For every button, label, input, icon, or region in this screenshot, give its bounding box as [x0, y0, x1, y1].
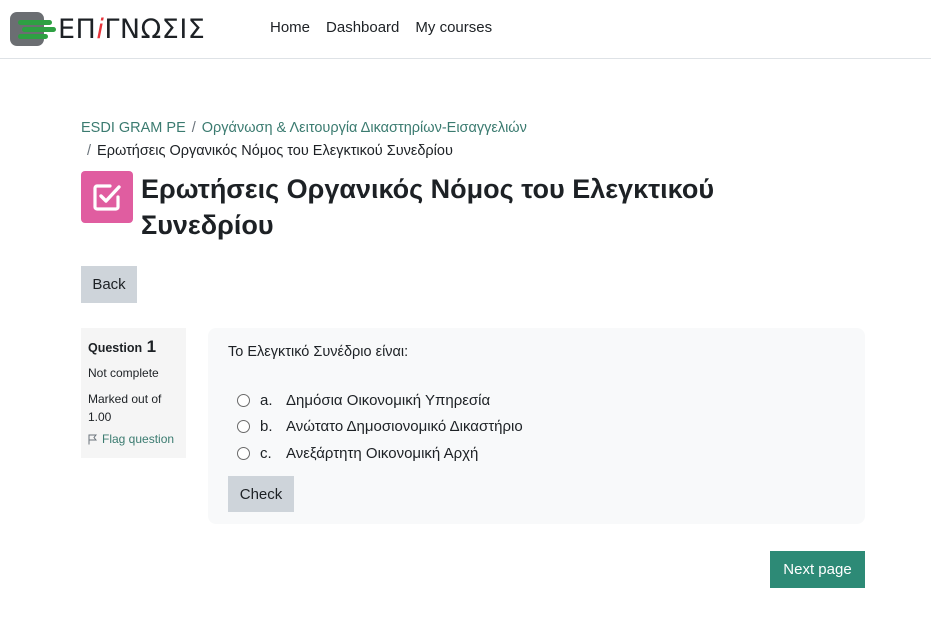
- question-label: Question: [88, 341, 143, 355]
- back-button[interactable]: Back: [81, 266, 137, 303]
- answer-option-b[interactable]: b. Ανώτατο Δημοσιονομικό Δικαστήριο: [228, 414, 845, 441]
- top-navbar: ΕΠiΓΝΩΣΙΣ Home Dashboard My courses: [0, 0, 931, 59]
- breadcrumb-separator: /: [191, 120, 196, 136]
- answer-letter: b.: [260, 418, 273, 436]
- answer-text: Ανεξάρτητη Οικονομική Αρχή: [286, 444, 479, 462]
- answer-letter: a.: [260, 391, 273, 409]
- question-grade: Marked out of 1.00: [88, 392, 162, 424]
- answer-option-a[interactable]: a. Δημόσια Οικονομική Υπηρεσία: [228, 387, 845, 414]
- answer-radio[interactable]: [237, 393, 250, 407]
- nav-my-courses[interactable]: My courses: [415, 19, 492, 36]
- nav-home[interactable]: Home: [270, 19, 310, 36]
- nav-dashboard[interactable]: Dashboard: [326, 19, 399, 36]
- question-text: Το Ελεγκτικό Συνέδριο είναι:: [228, 344, 409, 360]
- question-content: Το Ελεγκτικό Συνέδριο είναι: a. Δημόσια …: [208, 328, 865, 524]
- answer-radio[interactable]: [237, 420, 250, 434]
- flag-question-label: Flag question: [102, 432, 175, 446]
- answer-letter: c.: [260, 444, 272, 462]
- answer-option-c[interactable]: c. Ανεξάρτητη Οικονομική Αρχή: [228, 440, 845, 467]
- flag-question-link[interactable]: Flag question: [88, 432, 179, 446]
- check-button[interactable]: Check: [228, 476, 294, 512]
- answer-text: Δημόσια Οικονομική Υπηρεσία: [286, 391, 491, 409]
- primary-nav: Home Dashboard My courses: [270, 19, 492, 36]
- question-state: Not complete: [88, 366, 159, 380]
- answer-radio[interactable]: [237, 446, 250, 460]
- logo-text: ΕΠiΓΝΩΣΙΣ: [58, 13, 206, 45]
- answer-list: a. Δημόσια Οικονομική Υπηρεσία b. Ανώτατ…: [228, 387, 845, 467]
- answer-text: Ανώτατο Δημοσιονομικό Δικαστήριο: [286, 418, 523, 436]
- flag-icon: [88, 434, 97, 444]
- next-page-button[interactable]: Next page: [770, 551, 865, 588]
- breadcrumb: ESDI GRAM PE / Οργάνωση & Λειτουργία Δικασ…: [81, 117, 641, 163]
- breadcrumb-current: Ερωτήσεις Οργανικός Νόμος του Ελεγκτικού…: [97, 143, 453, 159]
- question-info-panel: Question 1 Not complete Marked out of 1.…: [81, 328, 186, 458]
- breadcrumb-course[interactable]: ESDI GRAM PE: [81, 120, 186, 136]
- logo-mark-icon: [10, 12, 56, 46]
- breadcrumb-section[interactable]: Οργάνωση & Λειτουργία Δικαστηρίων-Εισαγγ…: [202, 120, 527, 136]
- quiz-checkbox-icon: [81, 171, 133, 223]
- site-logo[interactable]: ΕΠiΓΝΩΣΙΣ: [10, 10, 205, 48]
- question-number: 1: [146, 337, 157, 356]
- page-title: Ερωτήσεις Οργανικός Νόμος του Ελεγκτικού…: [141, 174, 715, 240]
- page-header: Ερωτήσεις Οργανικός Νόμος του Ελεγκτικού…: [81, 171, 821, 243]
- breadcrumb-separator: /: [87, 143, 92, 159]
